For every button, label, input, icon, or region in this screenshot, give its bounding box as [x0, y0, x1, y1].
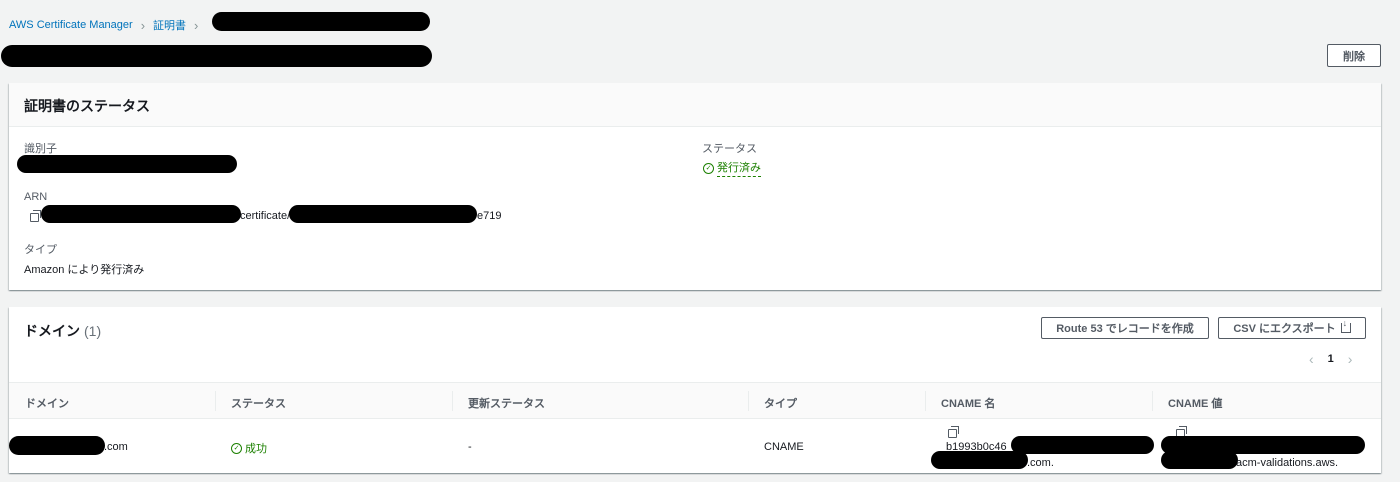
delete-button[interactable]: 削除	[1327, 44, 1381, 67]
table-header: ドメイン ステータス 更新ステータス タイプ CNAME 名 CNAME 値	[9, 382, 1381, 419]
domain-suffix: .com	[104, 441, 128, 453]
column-divider[interactable]	[215, 391, 216, 411]
column-header-cname-name[interactable]: CNAME 名	[941, 395, 995, 411]
copy-icon[interactable]	[948, 426, 959, 438]
record-type-value: CNAME	[764, 441, 804, 453]
column-header-status[interactable]: ステータス	[231, 395, 286, 411]
column-header-type[interactable]: タイプ	[764, 395, 797, 411]
pagination: ‹ 1 ›	[1309, 351, 1352, 367]
column-divider[interactable]	[925, 391, 926, 411]
column-divider[interactable]	[748, 391, 749, 411]
column-divider[interactable]	[1152, 391, 1153, 411]
export-csv-button[interactable]: CSV にエクスポート	[1218, 317, 1366, 339]
identifier-label: 識別子	[24, 143, 57, 155]
column-divider[interactable]	[452, 391, 453, 411]
arn-middle: certificate/	[240, 210, 291, 222]
status-label: ステータス	[702, 143, 757, 155]
renewal-status-value: -	[468, 441, 472, 453]
type-label: タイプ	[24, 244, 57, 256]
next-page-icon[interactable]: ›	[1348, 351, 1353, 367]
certificate-status-panel: 証明書のステータス 識別子 ARN certificate/ e719 タイプ …	[9, 83, 1381, 290]
domain-name-redacted	[9, 436, 105, 455]
arn-redacted-part1	[41, 205, 241, 223]
domain-status-badge: ✓ 成功	[231, 440, 267, 456]
type-value: Amazon により発行済み	[24, 264, 145, 276]
certificate-status-title: 証明書のステータス	[9, 83, 1381, 127]
column-header-cname-value[interactable]: CNAME 値	[1168, 395, 1222, 411]
breadcrumb-acm-link[interactable]: AWS Certificate Manager	[9, 19, 133, 31]
cname-value-suffix: acm-validations.aws.	[1236, 457, 1339, 469]
arn-suffix: e719	[477, 210, 502, 222]
cname-value-redacted-2	[1161, 451, 1238, 469]
cname-name-suffix: .com.	[1027, 457, 1054, 469]
identifier-value	[17, 155, 237, 173]
arn-label: ARN	[24, 191, 48, 203]
export-csv-label: CSV にエクスポート	[1233, 323, 1336, 335]
domains-title-text: ドメイン	[24, 323, 80, 339]
arn-redacted-part2	[289, 205, 477, 223]
check-circle-icon: ✓	[703, 162, 714, 174]
export-icon	[1340, 319, 1351, 333]
copy-icon[interactable]	[30, 210, 41, 222]
chevron-right-icon: ›	[194, 17, 199, 33]
status-badge[interactable]: ✓ 発行済み	[703, 159, 761, 177]
domains-count: (1)	[84, 323, 102, 339]
cname-name-redacted-2	[931, 451, 1028, 469]
check-circle-icon: ✓	[231, 442, 242, 454]
cname-name-redacted-1	[1011, 436, 1154, 454]
domains-panel: ドメイン(1) Route 53 でレコードを作成 CSV にエクスポート ‹ …	[9, 307, 1381, 473]
create-route53-records-label: Route 53 でレコードを作成	[1056, 323, 1194, 335]
page-title	[1, 45, 432, 67]
redacted-certificate-id-crumb	[212, 12, 430, 31]
column-header-domain[interactable]: ドメイン	[25, 395, 69, 411]
chevron-right-icon: ›	[140, 17, 146, 33]
create-route53-records-button[interactable]: Route 53 でレコードを作成	[1041, 317, 1209, 339]
breadcrumb-certificates-link[interactable]: 証明書	[153, 17, 186, 33]
current-page[interactable]: 1	[1328, 353, 1334, 365]
previous-page-icon[interactable]: ‹	[1309, 351, 1314, 367]
status-value: 発行済み	[717, 159, 761, 177]
domains-title: ドメイン (1)	[24, 321, 101, 341]
domain-status-value: 成功	[245, 443, 267, 455]
breadcrumb: AWS Certificate Manager › 証明書 ›	[9, 17, 206, 33]
column-header-renewal-status[interactable]: 更新ステータス	[468, 395, 545, 411]
